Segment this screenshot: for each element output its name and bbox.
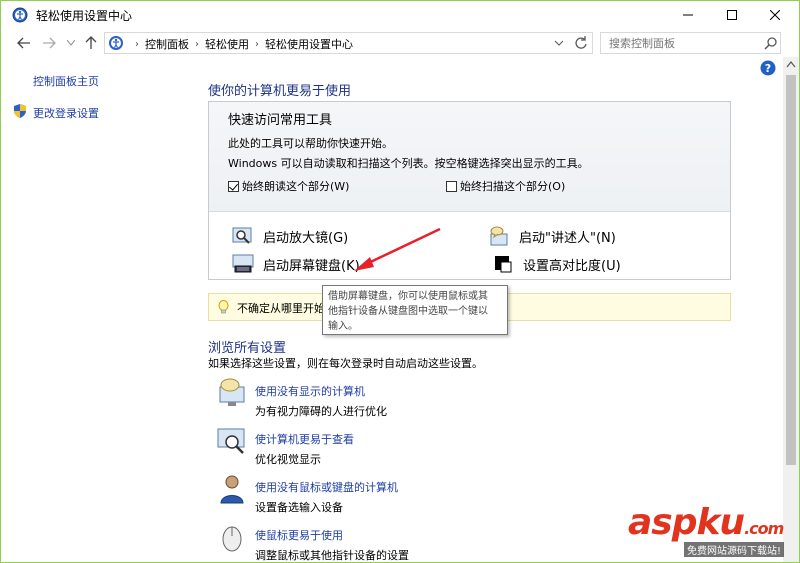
forward-button[interactable]: [39, 33, 59, 53]
title-bar: 轻松使用设置中心: [1, 1, 799, 29]
refresh-icon[interactable]: [573, 35, 589, 51]
control-panel-home-link[interactable]: 控制面板主页: [33, 73, 99, 89]
back-button[interactable]: [14, 33, 34, 53]
watermark-logo: aspku.com 免费网站源码下载站!: [628, 502, 798, 562]
address-dropdown-icon[interactable]: [553, 37, 565, 49]
mouse-icon: [222, 526, 242, 552]
quick-access-header: 快速访问常用工具 此处的工具可以帮助你快速开始。 Windows 可以自动读取和…: [209, 102, 730, 212]
browse-settings-title: 浏览所有设置: [208, 341, 287, 356]
help-icon[interactable]: ?: [760, 60, 776, 76]
start-narrator-button[interactable]: 启动"讲述人"(N): [488, 225, 616, 247]
chevron-down-icon: [67, 40, 75, 46]
magnifier-icon: [232, 227, 252, 244]
tool-label: 启动"讲述人"(N): [519, 230, 616, 246]
quick-access-desc-1: 此处的工具可以帮助你快速开始。: [228, 137, 393, 150]
red-arrow-annotation: [354, 227, 441, 271]
arrow-right-icon: [43, 37, 56, 49]
close-icon: [770, 10, 780, 20]
window-title: 轻松使用设置中心: [36, 9, 133, 23]
tool-label: 启动放大镜(G): [263, 230, 349, 246]
maximize-button[interactable]: [712, 1, 752, 29]
recent-pages-button[interactable]: [61, 33, 81, 53]
browse-item-desc: 设置备选输入设备: [255, 501, 343, 514]
breadcrumb: › 控制面板 › 轻松使用 › 轻松使用设置中心: [129, 36, 353, 52]
scroll-up-icon[interactable]: [786, 60, 796, 68]
narrator-icon: [490, 226, 508, 246]
checkbox-label: 始终朗读这个部分(W): [242, 180, 350, 193]
quick-access-title: 快速访问常用工具: [228, 113, 333, 128]
maximize-icon: [727, 10, 737, 20]
minimize-button[interactable]: [668, 1, 708, 29]
search-box: [600, 32, 781, 54]
start-magnifier-button[interactable]: 启动放大镜(G): [232, 225, 348, 247]
browse-item-link[interactable]: 使鼠标更易于使用: [255, 527, 343, 543]
breadcrumb-item[interactable]: 轻松使用设置中心: [265, 36, 353, 52]
arrow-up-icon: [85, 36, 97, 49]
breadcrumb-separator: ›: [255, 38, 259, 50]
close-button[interactable]: [755, 1, 795, 29]
checkbox-box[interactable]: [228, 180, 239, 192]
ease-of-access-icon: [12, 7, 28, 23]
browse-item-link[interactable]: 使用没有显示的计算机: [255, 383, 365, 399]
address-bar[interactable]: › 控制面板 › 轻松使用 › 轻松使用设置中心: [104, 32, 593, 54]
browse-item-link[interactable]: 使计算机更易于查看: [255, 431, 354, 447]
up-button[interactable]: [81, 33, 101, 53]
search-icon[interactable]: [764, 36, 778, 50]
change-login-settings-link[interactable]: 更改登录设置: [33, 105, 99, 121]
shield-icon: [14, 104, 26, 118]
hint-text: 不确定从哪里开始: [237, 302, 325, 315]
search-input[interactable]: [601, 33, 761, 53]
breadcrumb-separator: ›: [195, 38, 199, 50]
browse-item-desc: 为有视力障碍的人进行优化: [255, 405, 387, 418]
svg-text:?: ?: [765, 62, 771, 75]
vertical-scrollbar[interactable]: [783, 57, 799, 562]
browse-item-link[interactable]: 使用没有鼠标或键盘的计算机: [255, 479, 398, 495]
minimize-icon: [683, 14, 693, 16]
browse-item-desc: 优化视觉显示: [255, 453, 321, 466]
scrollbar-thumb[interactable]: [786, 75, 796, 465]
set-high-contrast-button[interactable]: 设置高对比度(U): [492, 253, 621, 275]
tooltip: 借助屏幕键盘，你可以使用鼠标或其 他指针设备从键盘图中选取一个键以 输入。: [322, 285, 508, 335]
high-contrast-icon: [495, 256, 512, 273]
watermark-subtitle: 免费网站源码下载站!: [684, 542, 785, 557]
always-scan-checkbox[interactable]: 始终扫描这个部分(O): [446, 178, 565, 194]
browse-settings-subtitle: 如果选择这些设置，则在每次登录时自动启动这些设置。: [208, 357, 483, 370]
browse-item-desc: 调整鼠标或其他指针设备的设置: [255, 549, 409, 562]
page-title: 使你的计算机更易于使用: [208, 84, 352, 99]
user-icon: [220, 475, 244, 504]
checkbox-box[interactable]: [446, 180, 457, 192]
breadcrumb-item[interactable]: 轻松使用: [205, 36, 249, 52]
breadcrumb-item[interactable]: 控制面板: [145, 36, 189, 52]
lightbulb-icon: [218, 300, 229, 314]
keyboard-icon: [232, 254, 254, 273]
breadcrumb-separator: ›: [135, 38, 139, 50]
quick-access-panel: 快速访问常用工具 此处的工具可以帮助你快速开始。 Windows 可以自动读取和…: [208, 101, 731, 280]
ease-of-access-icon: [109, 36, 123, 50]
navigation-bar: › 控制面板 › 轻松使用 › 轻松使用设置中心: [1, 29, 799, 57]
arrow-left-icon: [17, 37, 30, 49]
checkbox-label: 始终扫描这个部分(O): [460, 180, 566, 193]
watermark-brand: aspku.com: [628, 502, 784, 543]
monitor-magnify-icon: [217, 428, 245, 454]
always-read-checkbox[interactable]: 始终朗读这个部分(W): [228, 178, 349, 194]
quick-access-desc-2: Windows 可以自动读取和扫描这个列表。按空格键选择突出显示的工具。: [228, 157, 589, 170]
monitor-speech-icon: [219, 378, 245, 406]
left-pane: 控制面板主页 更改登录设置: [1, 57, 194, 562]
tool-label: 设置高对比度(U): [523, 258, 621, 274]
